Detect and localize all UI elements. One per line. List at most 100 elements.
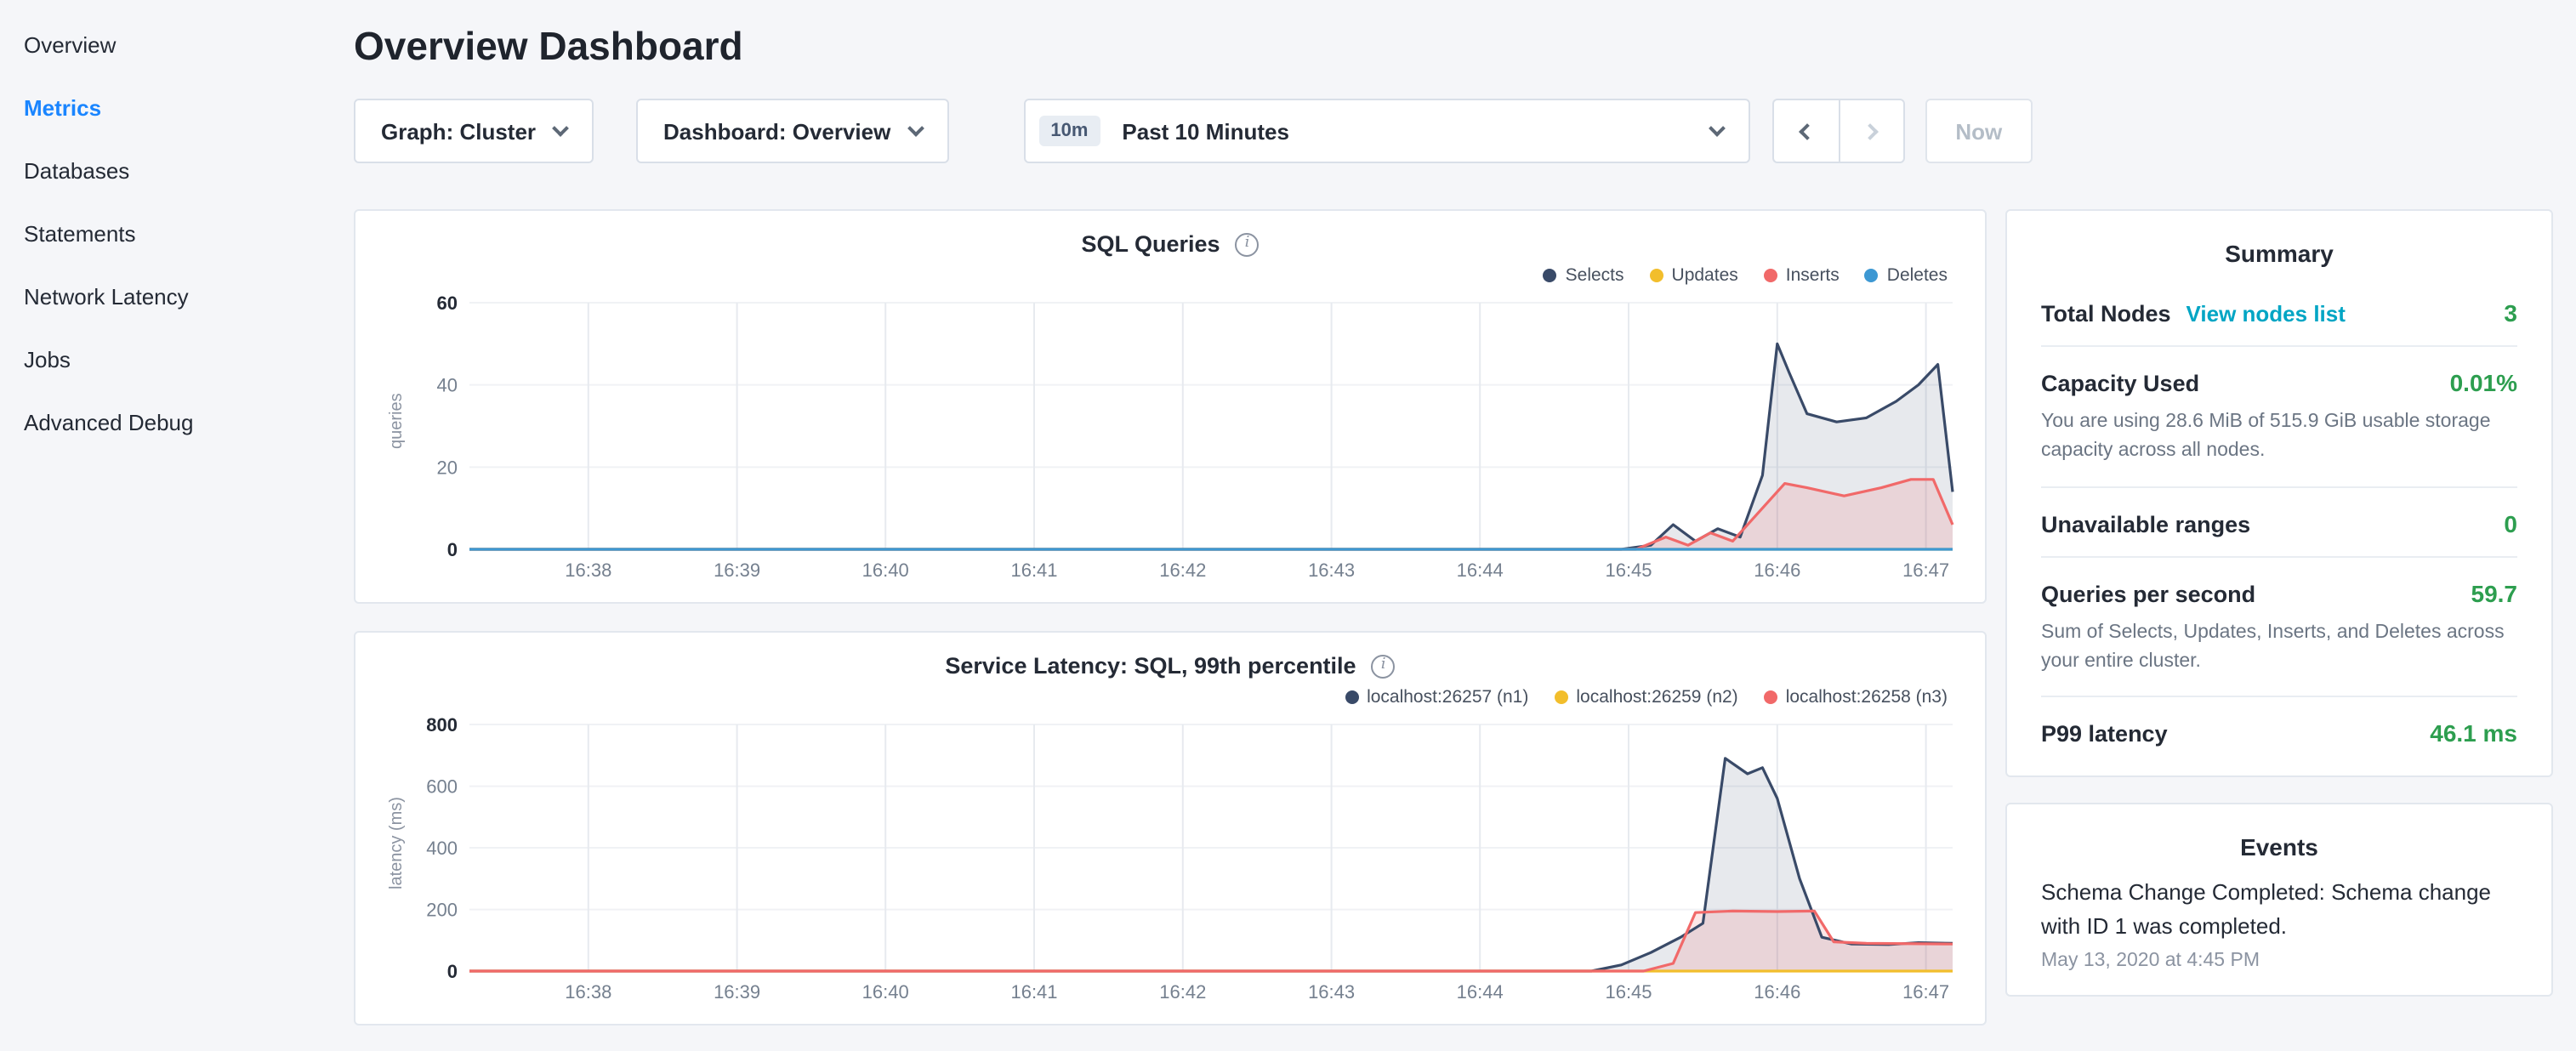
chevron-down-icon: [1708, 119, 1725, 136]
chevron-right-icon: [1861, 122, 1878, 139]
service-latency-chart[interactable]: 020040060080016:3816:3916:4016:4116:4216…: [412, 714, 1958, 1010]
svg-text:16:47: 16:47: [1902, 981, 1949, 1003]
sql-queries-chart-card: SQL Queries i Selects Updates Inserts Delet…: [354, 209, 1987, 604]
graph-dropdown-label: Graph: Cluster: [381, 118, 536, 144]
chevron-left-icon: [1799, 122, 1816, 139]
summary-row-capacity-used: Capacity Used 0.01% You are using 28.6 M…: [2041, 347, 2517, 487]
summary-label: Total Nodes: [2041, 301, 2171, 327]
legend-item[interactable]: Inserts: [1764, 262, 1840, 289]
legend-label: Updates: [1672, 265, 1738, 286]
events-title: Events: [2041, 833, 2517, 861]
svg-text:0: 0: [447, 961, 458, 982]
summary-subtext: You are using 28.6 MiB of 515.9 GiB usab…: [2041, 408, 2517, 467]
legend-item[interactable]: localhost:26258 (n3): [1764, 684, 1948, 711]
chart-title: Service Latency: SQL, 99th percentile: [945, 653, 1356, 679]
chart-title: SQL Queries: [1081, 231, 1220, 257]
legend-dot-icon: [1764, 269, 1777, 282]
dashboard-dropdown-label: Dashboard: Overview: [663, 118, 890, 144]
service-latency-chart-card: Service Latency: SQL, 99th percentile i …: [354, 631, 1987, 1025]
svg-text:16:43: 16:43: [1308, 981, 1355, 1003]
svg-text:16:45: 16:45: [1605, 560, 1652, 581]
now-button[interactable]: Now: [1925, 99, 2033, 163]
dashboard-dropdown[interactable]: Dashboard: Overview: [636, 99, 948, 163]
legend-dot-icon: [1650, 269, 1663, 282]
svg-text:0: 0: [447, 539, 458, 560]
svg-text:16:47: 16:47: [1902, 560, 1949, 581]
time-forward-button[interactable]: [1838, 99, 1904, 163]
info-icon[interactable]: i: [1372, 654, 1396, 678]
summary-label: P99 latency: [2041, 721, 2168, 747]
time-back-button[interactable]: [1771, 99, 1838, 163]
legend-dot-icon: [1865, 269, 1879, 282]
charts-column: SQL Queries i Selects Updates Inserts Delet…: [354, 209, 1987, 1025]
summary-value: 0.01%: [2450, 369, 2517, 396]
legend-item[interactable]: Updates: [1650, 262, 1738, 289]
svg-text:16:42: 16:42: [1159, 560, 1206, 581]
summary-panel: Summary Total Nodes View nodes list 3 Ca…: [2005, 209, 2553, 777]
summary-label: Capacity Used: [2041, 371, 2199, 396]
sidebar-item-advanced-debug[interactable]: Advanced Debug: [0, 391, 313, 454]
legend-item[interactable]: localhost:26259 (n2): [1554, 684, 1737, 711]
time-nav-group: [1771, 99, 1904, 163]
right-column: Summary Total Nodes View nodes list 3 Ca…: [2005, 209, 2553, 997]
svg-text:60: 60: [437, 293, 458, 314]
svg-text:16:46: 16:46: [1754, 981, 1800, 1003]
sidebar: Overview Metrics Databases Statements Ne…: [0, 0, 313, 1051]
event-text: Schema Change Completed: Schema change w…: [2041, 876, 2517, 945]
svg-text:16:40: 16:40: [862, 981, 909, 1003]
legend-label: Deletes: [1887, 265, 1948, 286]
summary-label: Unavailable ranges: [2041, 511, 2250, 537]
sidebar-item-jobs[interactable]: Jobs: [0, 328, 313, 391]
summary-value: 46.1 ms: [2430, 719, 2517, 747]
legend-label: Selects: [1566, 265, 1624, 286]
view-nodes-link[interactable]: View nodes list: [2186, 301, 2346, 327]
summary-row-p99-latency: P99 latency 46.1 ms: [2041, 697, 2517, 765]
time-window-selector[interactable]: 10m Past 10 Minutes: [1023, 99, 1749, 163]
legend-item[interactable]: localhost:26257 (n1): [1345, 684, 1528, 711]
sidebar-item-statements[interactable]: Statements: [0, 202, 313, 265]
legend-item[interactable]: Deletes: [1865, 262, 1948, 289]
svg-text:16:38: 16:38: [565, 560, 611, 581]
sidebar-item-overview[interactable]: Overview: [0, 14, 313, 77]
controls-bar: Graph: Cluster Dashboard: Overview 10m P…: [354, 99, 2553, 163]
chevron-down-icon: [907, 119, 924, 136]
legend-label: Inserts: [1786, 265, 1840, 286]
info-icon[interactable]: i: [1236, 232, 1260, 256]
events-panel: Events Schema Change Completed: Schema c…: [2005, 803, 2553, 997]
summary-value: 0: [2504, 509, 2517, 537]
svg-text:16:40: 16:40: [862, 560, 909, 581]
summary-row-total-nodes: Total Nodes View nodes list 3: [2041, 277, 2517, 347]
legend-dot-icon: [1764, 690, 1777, 704]
svg-text:16:42: 16:42: [1159, 981, 1206, 1003]
svg-text:16:46: 16:46: [1754, 560, 1800, 581]
graph-dropdown[interactable]: Graph: Cluster: [354, 99, 594, 163]
sidebar-item-databases[interactable]: Databases: [0, 139, 313, 202]
legend-label: localhost:26259 (n2): [1576, 687, 1737, 707]
legend-label: localhost:26257 (n1): [1367, 687, 1528, 707]
summary-label: Queries per second: [2041, 581, 2255, 606]
time-window-label: Past 10 Minutes: [1122, 118, 1289, 144]
summary-row-unavailable-ranges: Unavailable ranges 0: [2041, 487, 2517, 557]
svg-text:40: 40: [437, 375, 458, 396]
svg-text:600: 600: [426, 776, 458, 798]
service-latency-chart-legend: localhost:26257 (n1) localhost:26259 (n2)…: [383, 684, 1958, 711]
sidebar-item-metrics[interactable]: Metrics: [0, 77, 313, 139]
legend-label: localhost:26258 (n3): [1786, 687, 1948, 707]
svg-text:16:41: 16:41: [1010, 560, 1057, 581]
sql-queries-chart[interactable]: 020406016:3816:3916:4016:4116:4216:4316:…: [412, 293, 1958, 588]
dashboard-body: SQL Queries i Selects Updates Inserts Delet…: [354, 209, 2553, 1025]
svg-text:16:41: 16:41: [1010, 981, 1057, 1003]
legend-item[interactable]: Selects: [1544, 262, 1624, 289]
summary-value: 59.7: [2471, 579, 2518, 606]
legend-dot-icon: [1345, 690, 1358, 704]
svg-text:16:44: 16:44: [1457, 560, 1504, 581]
svg-text:16:45: 16:45: [1605, 981, 1652, 1003]
sql-queries-chart-legend: Selects Updates Inserts Deletes: [383, 262, 1958, 289]
app: Overview Metrics Databases Statements Ne…: [0, 0, 2576, 1051]
legend-dot-icon: [1554, 690, 1567, 704]
sidebar-item-network-latency[interactable]: Network Latency: [0, 265, 313, 328]
summary-value: 3: [2504, 299, 2517, 327]
chevron-down-icon: [552, 119, 569, 136]
event-timestamp: May 13, 2020 at 4:45 PM: [2041, 952, 2517, 986]
event-item: Schema Change Completed: Schema change w…: [2041, 876, 2517, 986]
